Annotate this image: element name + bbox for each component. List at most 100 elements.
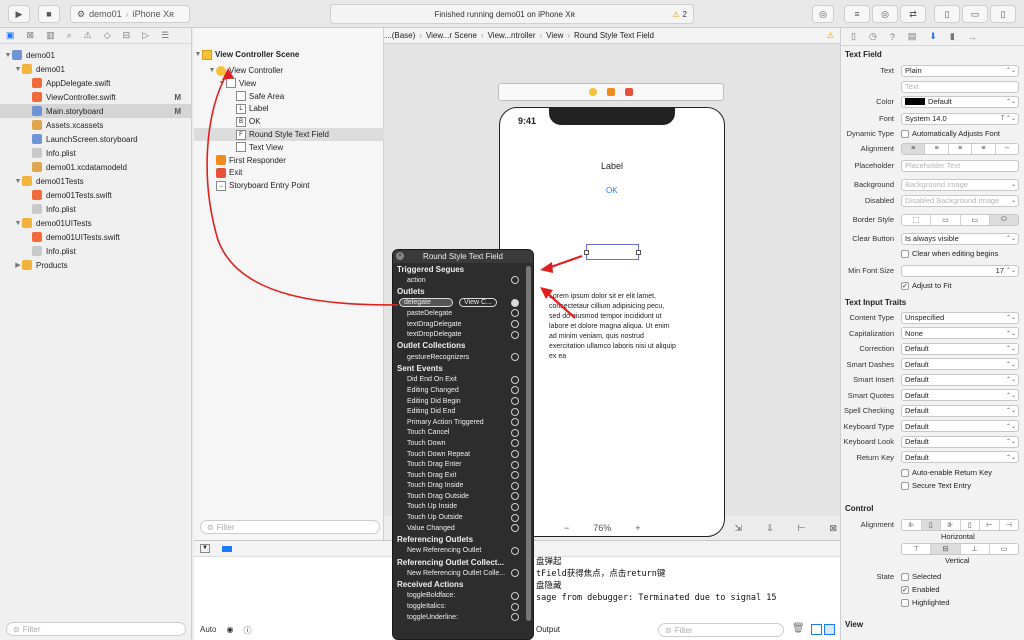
clear-editing-label: Clear when editing begins	[912, 249, 999, 258]
border-line-icon[interactable]: ▭	[931, 214, 961, 225]
text-alignment-control[interactable]: ≡ ≡ ≡ ≡ --	[901, 142, 1019, 155]
clear-editing-checkbox[interactable]: Clear when editing begins	[901, 249, 998, 258]
checkbox-icon	[901, 129, 909, 138]
chevron-icon: ⌄	[1010, 182, 1016, 188]
trait-value: Default	[905, 390, 929, 400]
horizontal-alignment-control[interactable]: ⊫ ▯ ⊪ ▯ ⊢ ⊣	[901, 518, 1019, 531]
trait-row: Smart Dashes Default ⌃⌄	[841, 358, 1024, 371]
clear-button-select[interactable]: Is always visible ⌃⌄	[901, 232, 1019, 245]
trait-select[interactable]: Default ⌃⌄	[901, 342, 1019, 355]
background-select[interactable]: Background Image ⌄	[901, 178, 1019, 191]
color-swatch	[905, 98, 925, 105]
auto-return-checkbox[interactable]: Auto-enable Return Key	[901, 468, 992, 477]
help-icon[interactable]: ?	[890, 32, 895, 42]
chevron-icon: ⌃⌄	[1005, 99, 1016, 105]
text-type-select[interactable]: Plain ⌃⌄	[901, 64, 1019, 77]
chevron-icon: ⌃⌄	[1005, 330, 1016, 337]
min-font-value: 17	[995, 266, 1004, 275]
text-input[interactable]: Text	[901, 80, 1019, 93]
stepper-icon[interactable]: ⌃⌄	[1006, 267, 1016, 274]
trait-row: Correction Default ⌃⌄	[841, 342, 1024, 355]
checkmark-icon: ✓	[901, 585, 909, 594]
h-fill-icon[interactable]: ▯	[961, 519, 980, 530]
adjust-fit-checkbox[interactable]: ✓ Adjust to Fit	[901, 281, 952, 290]
arrowhead-icon	[540, 262, 553, 273]
trait-select[interactable]: Default ⌃⌄	[901, 435, 1019, 448]
trait-select[interactable]: None ⌃⌄	[901, 327, 1019, 339]
align-justify-icon[interactable]: ≡	[972, 143, 996, 154]
checkbox-icon	[901, 249, 909, 258]
history-icon[interactable]: ◷	[869, 31, 877, 42]
trait-label: Content Type	[849, 313, 894, 322]
background-label: Background	[853, 180, 894, 189]
trait-select[interactable]: Default ⌃⌄	[901, 389, 1019, 401]
h-leading-icon[interactable]: ⊢	[980, 519, 1000, 530]
enabled-checkbox[interactable]: ✓ Enabled	[901, 585, 940, 594]
v-fill-icon[interactable]: ▭	[990, 544, 1018, 554]
identity-icon[interactable]: ▤	[908, 31, 917, 42]
v-center-icon[interactable]: ⊟	[931, 543, 961, 554]
trait-label: Correction	[859, 344, 894, 353]
border-none-icon[interactable]: ⬚	[902, 214, 932, 225]
clear-button-value: Is always visible	[905, 234, 959, 243]
trait-select[interactable]: Unspecified ⌃⌄	[901, 311, 1019, 324]
chevron-icon: ⌃⌄	[1005, 361, 1016, 368]
disabled-value: Disabled Background Image	[905, 196, 1000, 205]
align-left-icon[interactable]: ≡	[902, 143, 926, 154]
dynamic-type-label: Dynamic Type	[846, 129, 894, 138]
traits-title: Text Input Traits	[845, 298, 907, 307]
align-center-icon[interactable]: ≡	[925, 143, 949, 154]
h-right-icon[interactable]: ⊪	[941, 519, 961, 530]
color-select[interactable]: Default ⌃⌄	[901, 95, 1019, 108]
file-icon[interactable]: ▯	[851, 31, 856, 42]
dynamic-type-value: Automatically Adjusts Font	[912, 129, 1000, 138]
border-style-control[interactable]: ⬚ ▭ ▭ ⬭	[901, 213, 1019, 226]
h-center-icon[interactable]: ▯	[921, 519, 941, 530]
attributes-inspector: ▯ ◷ ? ▤ ⬇ ▮ → Text Field Text Plain ⌃⌄ Te…	[840, 28, 1024, 640]
trait-value: Default	[905, 406, 929, 415]
vertical-alignment-control[interactable]: ⊤ ⊟ ⊥ ▭	[901, 542, 1019, 555]
align-natural-icon[interactable]: --	[996, 144, 1018, 154]
chevron-icon: ⌃⌄	[1005, 423, 1016, 430]
trait-select[interactable]: Default ⌃⌄	[901, 420, 1019, 432]
background-value: Background Image	[905, 180, 968, 189]
attributes-icon[interactable]: ⬇	[929, 31, 937, 42]
min-font-input[interactable]: 17 ⌃⌄	[901, 264, 1019, 277]
size-icon[interactable]: ▮	[950, 31, 955, 42]
disabled-select[interactable]: Disabled Background Image ⌄	[901, 194, 1019, 207]
h-left-icon[interactable]: ⊫	[902, 519, 922, 530]
control-alignment-label: Alignment	[860, 520, 894, 529]
border-bezel-icon[interactable]: ▭	[961, 214, 990, 225]
h-trailing-icon[interactable]: ⊣	[1000, 520, 1019, 530]
text-placeholder: Text	[905, 82, 919, 91]
trait-select[interactable]: Default ⌃⌄	[901, 451, 1019, 463]
border-rounded-icon[interactable]: ⬭	[989, 214, 1018, 225]
trait-select[interactable]: Default ⌃⌄	[901, 358, 1019, 370]
connections-icon[interactable]: →	[968, 32, 977, 42]
color-value: Default	[928, 97, 952, 106]
secure-checkbox[interactable]: Secure Text Entry	[901, 481, 971, 490]
trait-label: Capitalization	[848, 328, 894, 338]
highlighted-checkbox[interactable]: Highlighted	[901, 598, 950, 607]
v-bottom-icon[interactable]: ⊥	[961, 543, 990, 554]
connection-curve	[206, 71, 399, 306]
font-label: Font	[878, 114, 894, 123]
trait-select[interactable]: Default ⌃⌄	[901, 373, 1019, 386]
trait-select[interactable]: Default ⌃⌄	[901, 404, 1019, 417]
font-field[interactable]: System 14.0 T ⌃⌄	[901, 112, 1019, 125]
dynamic-type-checkbox[interactable]: Automatically Adjusts Font	[901, 129, 1000, 138]
v-top-icon[interactable]: ⊤	[902, 543, 932, 554]
trait-row: Keyboard Look Default ⌃⌄	[841, 435, 1024, 448]
placeholder-label: Placeholder	[854, 161, 894, 170]
trait-label: Smart Insert	[853, 375, 894, 384]
chevron-icon: ⌃⌄	[1005, 408, 1016, 414]
font-picker-icon[interactable]: T ⌃⌄	[1001, 115, 1016, 122]
trait-label: Keyboard Look	[843, 437, 894, 446]
trait-value: Default	[905, 452, 929, 462]
align-right-icon[interactable]: ≡	[949, 143, 973, 154]
placeholder-input[interactable]: Placeholder Text	[901, 159, 1019, 172]
section-title: Text Field	[845, 50, 882, 59]
pointer-arrow-1	[547, 254, 583, 270]
chevron-icon: ⌃⌄	[1005, 392, 1016, 399]
selected-checkbox[interactable]: Selected	[901, 572, 941, 581]
